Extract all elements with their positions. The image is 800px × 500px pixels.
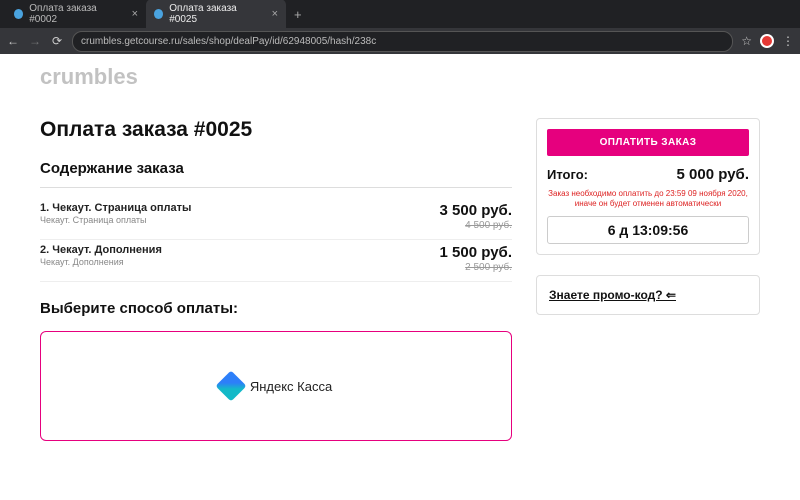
item-price: 1 500 руб. [440,244,512,261]
page-title: Оплата заказа #0025 [40,118,512,142]
url-text: crumbles.getcourse.ru/sales/shop/dealPay… [81,36,376,47]
brand-logo: crumbles [40,64,760,90]
payment-method-heading: Выберите способ оплаты: [40,300,512,317]
yandex-kassa-label: Яндекс Касса [250,379,332,394]
close-icon[interactable]: × [272,8,278,20]
url-input[interactable]: crumbles.getcourse.ru/sales/shop/dealPay… [72,31,733,52]
summary-card: ОПЛАТИТЬ ЗАКАЗ Итого: 5 000 руб. Заказ н… [536,118,760,255]
profile-avatar[interactable] [760,34,774,48]
tab-favicon [154,9,163,19]
item-old-price: 2 500 руб. [440,262,512,273]
close-icon[interactable]: × [132,8,138,20]
browser-tab[interactable]: Оплата заказа #0002 × [6,0,146,29]
item-old-price: 4 500 руб. [440,220,512,231]
pay-button[interactable]: ОПЛАТИТЬ ЗАКАЗ [547,129,749,156]
item-title: 2. Чекаут. Дополнения [40,244,162,256]
tab-favicon [14,9,23,19]
bookmark-icon[interactable]: ☆ [741,34,752,48]
browser-chrome: Оплата заказа #0002 × Оплата заказа #002… [0,0,800,54]
total-value: 5 000 руб. [677,166,749,183]
item-price: 3 500 руб. [440,202,512,219]
payment-deadline: Заказ необходимо оплатить до 23:59 09 но… [547,189,749,210]
browser-tab-active[interactable]: Оплата заказа #0025 × [146,0,286,29]
contents-heading: Содержание заказа [40,160,512,177]
countdown-timer: 6 д 13:09:56 [547,216,749,244]
tab-title: Оплата заказа #0025 [169,3,259,25]
page-content: crumbles Оплата заказа #0025 Содержание … [0,54,800,441]
order-column: Оплата заказа #0025 Содержание заказа 1.… [40,118,512,441]
order-item: 1. Чекаут. Страница оплаты Чекаут. Стран… [40,198,512,240]
menu-icon[interactable]: ⋮ [782,34,794,48]
divider [40,187,512,188]
promo-card: Знаете промо-код? ⇐ [536,275,760,315]
tab-title: Оплата заказа #0002 [29,3,119,25]
payment-option-yandex-kassa[interactable]: Яндекс Касса [40,331,512,441]
tab-strip: Оплата заказа #0002 × Оплата заказа #002… [0,0,800,28]
address-bar: ← → ⟳ crumbles.getcourse.ru/sales/shop/d… [0,28,800,54]
item-subtitle: Чекаут. Дополнения [40,257,162,267]
summary-column: ОПЛАТИТЬ ЗАКАЗ Итого: 5 000 руб. Заказ н… [536,118,760,441]
promo-link[interactable]: Знаете промо-код? ⇐ [549,288,676,302]
order-item: 2. Чекаут. Дополнения Чекаут. Дополнения… [40,240,512,282]
total-label: Итого: [547,167,588,182]
item-title: 1. Чекаут. Страница оплаты [40,202,191,214]
reload-icon[interactable]: ⟳ [50,34,64,48]
yandex-kassa-icon [215,370,246,401]
new-tab-button[interactable]: + [286,7,310,22]
item-subtitle: Чекаут. Страница оплаты [40,215,191,225]
forward-icon[interactable]: → [28,34,42,48]
back-icon[interactable]: ← [6,34,20,48]
